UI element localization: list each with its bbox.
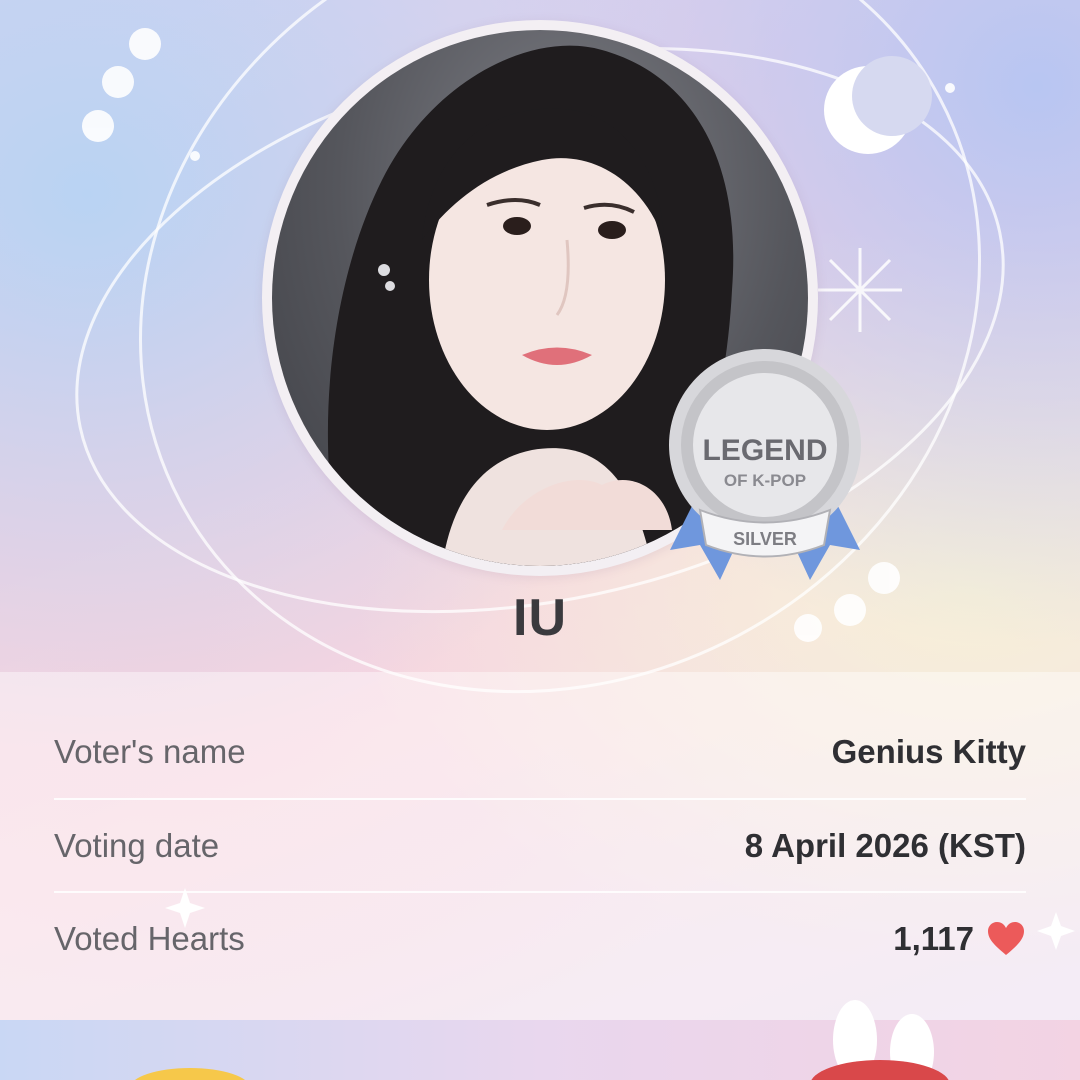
- badge-title: LEGEND: [702, 434, 827, 467]
- legend-of-kpop-silver-badge: LEGEND OF K-POP SILVER: [669, 349, 861, 580]
- voting-date-row: Voting date 8 April 2026 (KST): [54, 800, 1026, 892]
- voter-name-label: Voter's name: [54, 733, 246, 770]
- voting-date-value: 8 April 2026 (KST): [744, 827, 1026, 864]
- heart-icon: [988, 922, 1024, 955]
- voting-date-label: Voting date: [54, 827, 220, 864]
- voter-name-value: Genius Kitty: [831, 733, 1026, 770]
- voted-hearts-label: Voted Hearts: [54, 920, 245, 957]
- sparkle-icon: [818, 248, 902, 332]
- moon-icon: [824, 56, 932, 154]
- voted-hearts-value: 1,117: [893, 920, 974, 957]
- badge-tier: SILVER: [733, 529, 797, 549]
- bottom-decoration-strip: [0, 1020, 1080, 1080]
- voted-hearts-row: Voted Hearts 1,117: [54, 893, 1026, 985]
- voted-hearts-value-wrap: 1,117: [893, 920, 1026, 958]
- idol-name: IU: [513, 589, 567, 647]
- voter-name-row: Voter's name Genius Kitty: [54, 706, 1026, 798]
- badge-subtitle: OF K-POP: [724, 471, 806, 490]
